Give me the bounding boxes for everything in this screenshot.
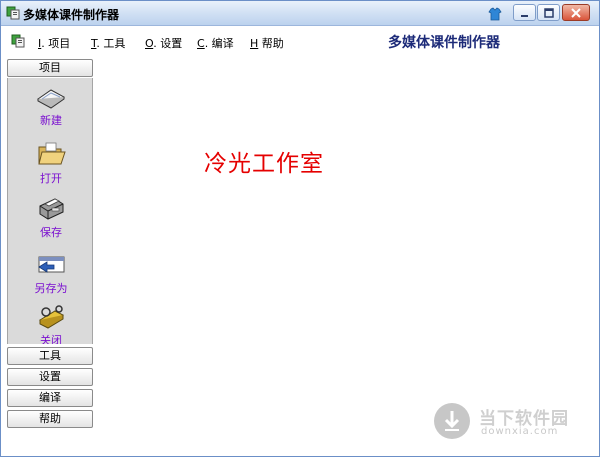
tool-open[interactable]: 打开 [8,140,92,186]
sidebar-section-help[interactable]: 帮助 [7,410,93,428]
menu-item-help[interactable]: H 帮助 [250,35,284,51]
open-folder-icon [38,142,66,165]
minimize-icon [520,14,528,17]
close-button[interactable] [562,4,590,21]
maximize-icon [543,7,554,18]
tool-save-as-label: 另存为 [34,282,68,295]
menu-item-project[interactable]: I. 项目 [38,35,70,51]
sidebar-section-project[interactable]: 项目 [7,59,93,77]
sidebar-section-tools[interactable]: 工具 [7,347,93,365]
tool-save-as[interactable]: 另存为 [8,250,92,296]
sidebar-section-compile[interactable]: 编译 [7,389,93,407]
menu-bar: I. 项目 T. 工具 O. 设置 C. 编译 H 帮助 多媒体课件制作器 [1,27,599,55]
watermark-url: downxia.com [481,426,559,437]
tool-close-label: 关闭 [40,334,62,344]
watermark-logo-icon [434,403,470,439]
save-printer-icon [39,198,64,220]
close-x-icon [571,7,581,18]
minimize-button[interactable] [513,4,536,21]
menu-item-compile[interactable]: C. 编译 [197,35,234,51]
save-as-icon [38,256,65,273]
maximize-button[interactable] [537,4,560,21]
tool-new-label: 新建 [40,114,62,127]
tool-new[interactable]: 新建 [8,86,92,128]
tool-save[interactable]: 保存 [8,194,92,240]
app-window: 多媒体课件制作器 I. 项目 T. 工具 O. 设置 C. 编译 H 帮助 多媒… [0,0,600,457]
project-tools-panel: 新建 打开 保存 另存为 关闭 [7,78,93,344]
app-icon [6,6,20,20]
title-bar[interactable]: 多媒体课件制作器 [1,1,599,26]
new-file-icon [37,89,65,109]
skin-shirt-icon[interactable] [488,7,502,21]
menu-app-icon [11,34,25,48]
menu-item-settings[interactable]: O. 设置 [145,35,182,51]
tool-open-label: 打开 [40,172,62,185]
menu-item-tools[interactable]: T. 工具 [91,35,125,51]
studio-name-text: 冷光工作室 [204,151,324,177]
tool-save-label: 保存 [40,226,62,239]
app-title-label: 多媒体课件制作器 [388,35,500,51]
sidebar: 项目 新建 打开 保存 另存为 关闭 工具 设置 编译 帮助 [7,59,93,429]
close-tool-icon [38,305,65,329]
window-title: 多媒体课件制作器 [23,8,120,22]
tool-close[interactable]: 关闭 [8,304,92,344]
sidebar-section-settings[interactable]: 设置 [7,368,93,386]
